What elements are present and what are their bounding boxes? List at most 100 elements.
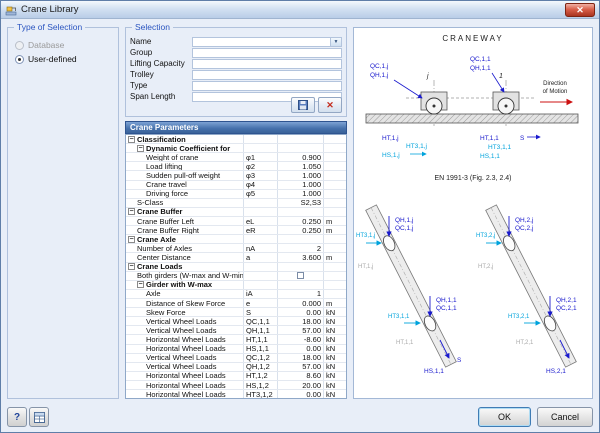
param-row[interactable]: Crane travelφ41.000 xyxy=(126,181,346,190)
g1-hs-1: HS,1,1 xyxy=(424,368,444,375)
units-button[interactable] xyxy=(29,407,49,427)
lifting-capacity-field[interactable] xyxy=(192,59,342,69)
param-value[interactable]: 2 xyxy=(278,244,324,252)
param-value[interactable]: 0.900 xyxy=(278,153,324,161)
param-row[interactable]: Crane Buffer LefteL0.250m xyxy=(126,217,346,226)
param-row[interactable]: Horizontal Wheel LoadsHS,1,220.00kN xyxy=(126,381,346,390)
param-group-row[interactable]: −Crane Loads xyxy=(126,263,346,272)
param-row[interactable]: Both girders (W-max and W-min) xyxy=(126,272,346,281)
type-of-selection-group: Type of Selection Database User-defined xyxy=(7,27,119,399)
param-row[interactable]: Vertical Wheel LoadsQC,1,218.00kN xyxy=(126,354,346,363)
param-row[interactable]: Distance of Skew Forcee0.000m xyxy=(126,299,346,308)
close-button[interactable]: ✕ xyxy=(565,3,595,17)
param-row[interactable]: Horizontal Wheel LoadsHT,1,28.60kN xyxy=(126,372,346,381)
save-entry-button[interactable] xyxy=(291,97,315,113)
param-row[interactable]: S-ClassS2,S3 xyxy=(126,199,346,208)
param-value[interactable] xyxy=(278,135,324,143)
param-value[interactable]: 1 xyxy=(278,290,324,298)
label-s: S xyxy=(520,135,525,142)
param-symbol: φ1 xyxy=(244,153,278,161)
param-value[interactable]: 0.00 xyxy=(278,345,324,353)
param-row[interactable]: Horizontal Wheel LoadsHT3,1,20.00kN xyxy=(126,390,346,398)
help-button[interactable]: ? xyxy=(7,407,27,427)
radio-row-database[interactable]: Database xyxy=(8,36,118,50)
param-value[interactable]: 57.00 xyxy=(278,363,324,371)
param-row[interactable]: Horizontal Wheel LoadsHT,1,1-8.60kN xyxy=(126,335,346,344)
collapse-icon[interactable]: − xyxy=(137,145,144,152)
cancel-button[interactable]: Cancel xyxy=(537,407,593,427)
param-value[interactable]: 0.000 xyxy=(278,299,324,307)
param-value[interactable]: S2,S3 xyxy=(278,199,324,207)
both-girders-checkbox[interactable] xyxy=(297,272,304,279)
type-field[interactable] xyxy=(192,81,342,91)
param-row[interactable]: Vertical Wheel LoadsQH,1,257.00kN xyxy=(126,363,346,372)
param-row[interactable]: Horizontal Wheel LoadsHS,1,10.00kN xyxy=(126,345,346,354)
ok-button[interactable]: OK xyxy=(478,407,531,427)
radio-row-user-defined[interactable]: User-defined xyxy=(8,50,118,64)
param-group-row[interactable]: −Classification xyxy=(126,135,346,144)
collapse-icon[interactable]: − xyxy=(128,263,135,270)
param-row[interactable]: Skew ForceS0.00kN xyxy=(126,308,346,317)
param-symbol: eL xyxy=(244,217,278,225)
param-row[interactable]: Center Distancea3.600m xyxy=(126,253,346,262)
param-row[interactable]: Vertical Wheel LoadsQC,1,118.00kN xyxy=(126,317,346,326)
param-row[interactable]: Load liftingφ21.050 xyxy=(126,162,346,171)
param-row[interactable]: Number of AxlesnA2 xyxy=(126,244,346,253)
param-value[interactable]: 18.00 xyxy=(278,354,324,362)
param-row[interactable]: Driving forceφ51.000 xyxy=(126,190,346,199)
database-radio[interactable] xyxy=(15,41,24,50)
param-value[interactable]: 3.600 xyxy=(278,253,324,261)
g1-qh-j: QH,1,j xyxy=(395,217,413,224)
selection-title: Selection xyxy=(132,22,173,32)
param-value[interactable]: 1.050 xyxy=(278,162,324,170)
param-value[interactable] xyxy=(278,263,324,271)
param-description: Distance of Skew Force xyxy=(126,299,244,307)
param-row[interactable]: AxleiA1 xyxy=(126,290,346,299)
param-symbol: QC,1,2 xyxy=(244,354,278,362)
param-value[interactable]: 0.250 xyxy=(278,226,324,234)
collapse-icon[interactable]: − xyxy=(128,136,135,143)
direction-of-motion-line2: of Motion xyxy=(543,89,568,95)
param-group-row[interactable]: −Dynamic Coefficient for xyxy=(126,144,346,153)
param-group-row[interactable]: −Crane Axle xyxy=(126,235,346,244)
param-row[interactable]: Weight of craneφ10.900 xyxy=(126,153,346,162)
param-unit xyxy=(324,208,346,216)
param-row[interactable]: Crane Buffer RighteR0.250m xyxy=(126,226,346,235)
param-value[interactable]: 0.00 xyxy=(278,308,324,316)
user-defined-radio[interactable] xyxy=(15,55,24,64)
group-field[interactable] xyxy=(192,48,342,58)
param-unit: kN xyxy=(324,308,346,316)
param-symbol: nA xyxy=(244,244,278,252)
collapse-icon[interactable]: − xyxy=(128,208,135,215)
param-symbol xyxy=(244,281,278,289)
delete-entry-button[interactable]: ✕ xyxy=(318,97,342,113)
param-checkbox-cell[interactable] xyxy=(278,272,324,280)
param-value[interactable]: 57.00 xyxy=(278,326,324,334)
param-value[interactable]: 0.00 xyxy=(278,390,324,398)
param-group-row[interactable]: −Girder with W-max xyxy=(126,281,346,290)
diagram-title: CRANEWAY xyxy=(442,34,503,43)
param-value[interactable]: 1.000 xyxy=(278,171,324,179)
param-value[interactable]: -8.60 xyxy=(278,335,324,343)
title-bar[interactable]: Crane Library ✕ xyxy=(1,1,599,19)
param-value[interactable]: 1.000 xyxy=(278,190,324,198)
param-value[interactable]: 0.250 xyxy=(278,217,324,225)
trolley-field[interactable] xyxy=(192,70,342,80)
param-value[interactable]: 20.00 xyxy=(278,381,324,389)
param-row[interactable]: Sudden pull-off weightφ31.000 xyxy=(126,171,346,180)
param-value[interactable]: 1.000 xyxy=(278,181,324,189)
param-value[interactable] xyxy=(278,281,324,289)
param-value[interactable] xyxy=(278,235,324,243)
dropdown-arrow-icon[interactable]: ▼ xyxy=(330,38,341,46)
param-unit xyxy=(324,162,346,170)
collapse-icon[interactable]: − xyxy=(128,236,135,243)
param-value[interactable]: 18.00 xyxy=(278,317,324,325)
param-group-row[interactable]: −Crane Buffer xyxy=(126,208,346,217)
name-combobox[interactable]: ▼ xyxy=(192,37,342,47)
param-value[interactable] xyxy=(278,208,324,216)
param-value[interactable]: 8.60 xyxy=(278,372,324,380)
param-row[interactable]: Vertical Wheel LoadsQH,1,157.00kN xyxy=(126,326,346,335)
param-value[interactable] xyxy=(278,144,324,152)
collapse-icon[interactable]: − xyxy=(137,281,144,288)
param-description: Crane travel xyxy=(126,181,244,189)
